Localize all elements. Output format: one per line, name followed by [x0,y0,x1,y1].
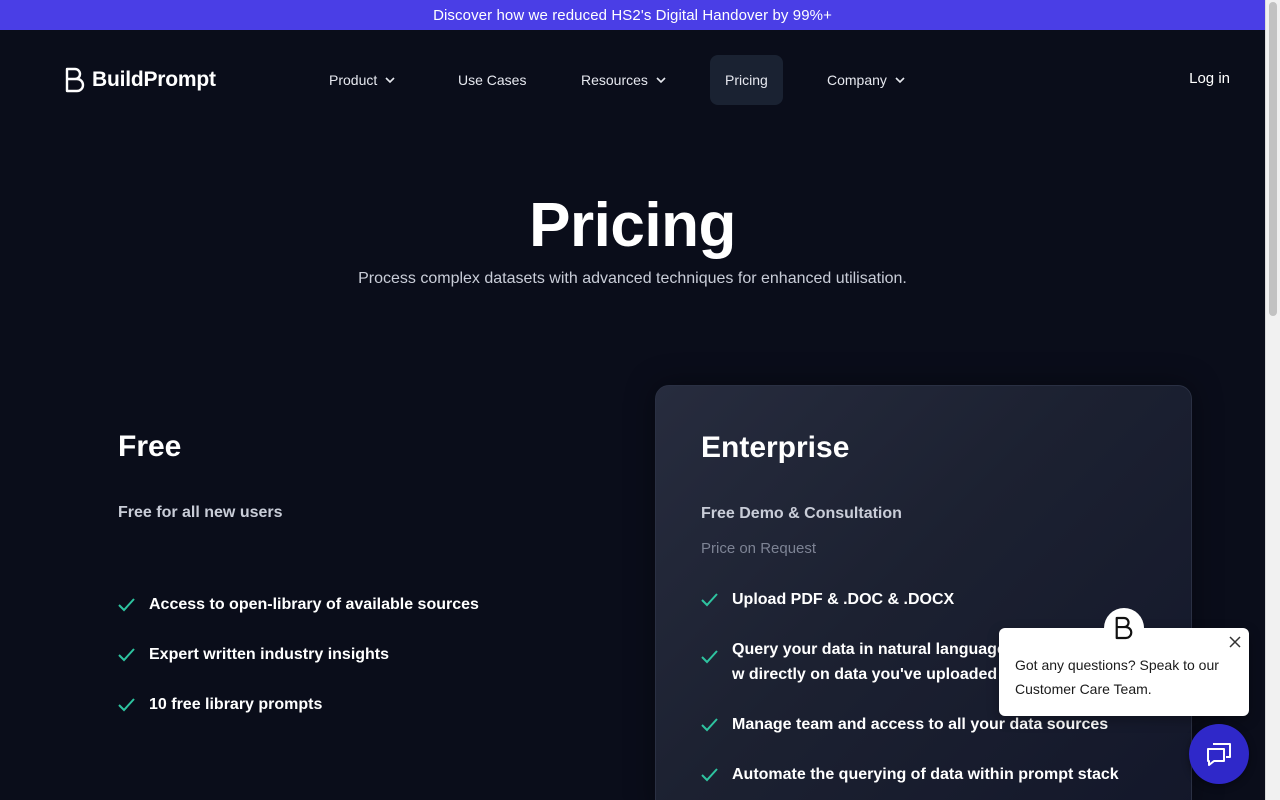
nav-label: Product [329,72,378,88]
check-icon [701,650,718,664]
plan-card-free: Free Free for all new users Access to op… [118,385,618,742]
announcement-banner[interactable]: Discover how we reduced HS2's Digital Ha… [0,0,1265,30]
check-icon [701,718,718,732]
brand-logo[interactable]: BuildPrompt [64,66,216,94]
nav-item-product[interactable]: Product [329,55,395,105]
nav-item-resources[interactable]: Resources [581,55,666,105]
feature-item: Expert written industry insights [118,642,618,667]
feature-text: Access to open-library of available sour… [149,596,479,613]
chevron-down-icon [656,76,666,83]
chevron-down-icon [895,76,905,83]
nav-label: Company [827,72,887,88]
buildprompt-logo-icon [65,67,85,93]
check-icon [118,698,135,712]
plan-name: Enterprise [701,431,850,464]
feature-text: 10 free library prompts [149,696,323,713]
nav-item-use-cases[interactable]: Use Cases [458,55,526,105]
nav-item-pricing[interactable]: Pricing [710,55,783,105]
top-navigation: BuildPrompt Product Use Cases Resources … [0,30,1265,130]
chat-bubbles-icon [1207,743,1231,766]
check-icon [118,598,135,612]
chat-message: Got any questions? Speak to our Customer… [1015,657,1219,697]
login-link[interactable]: Log in [1189,70,1230,87]
chevron-down-icon [385,76,395,83]
feature-item: Access to open-library of available sour… [118,592,618,617]
feature-list: Access to open-library of available sour… [118,592,618,717]
plan-name: Free [118,430,182,463]
feature-item: 10 free library prompts [118,692,618,717]
nav-label: Resources [581,72,648,88]
chat-agent-avatar [1104,608,1144,648]
plan-tagline: Free Demo & Consultation [701,505,902,522]
feature-text: Expert written industry insights [149,646,390,663]
page-subtitle: Process complex datasets with advanced t… [358,270,907,287]
plan-card-enterprise: Enterprise Free Demo & Consultation Pric… [655,385,1192,800]
scrollbar-thumb[interactable] [1269,2,1277,316]
page-title: Pricing [529,191,736,260]
check-icon [701,768,718,782]
nav-item-company[interactable]: Company [827,55,905,105]
plan-price: Price on Request [701,540,817,557]
check-icon [118,648,135,662]
close-icon[interactable] [1229,636,1241,648]
nav-label: Use Cases [458,72,527,88]
nav-label: Pricing [725,72,768,88]
brand-name: BuildPrompt [92,68,216,91]
page-scrollbar[interactable] [1265,0,1280,800]
feature-text: Query your data in natural language w di… [732,641,1006,683]
chat-launcher-button[interactable] [1189,724,1249,784]
buildprompt-logo-icon [1115,616,1133,640]
check-icon [701,593,718,607]
banner-text[interactable]: Discover how we reduced HS2's Digital Ha… [433,7,832,24]
feature-text: Automate the querying of data within pro… [732,766,1119,783]
feature-item: Automate the querying of data within pro… [701,762,1191,787]
feature-text: Upload PDF & .DOC & .DOCX [732,591,955,608]
plan-tagline: Free for all new users [118,504,283,521]
